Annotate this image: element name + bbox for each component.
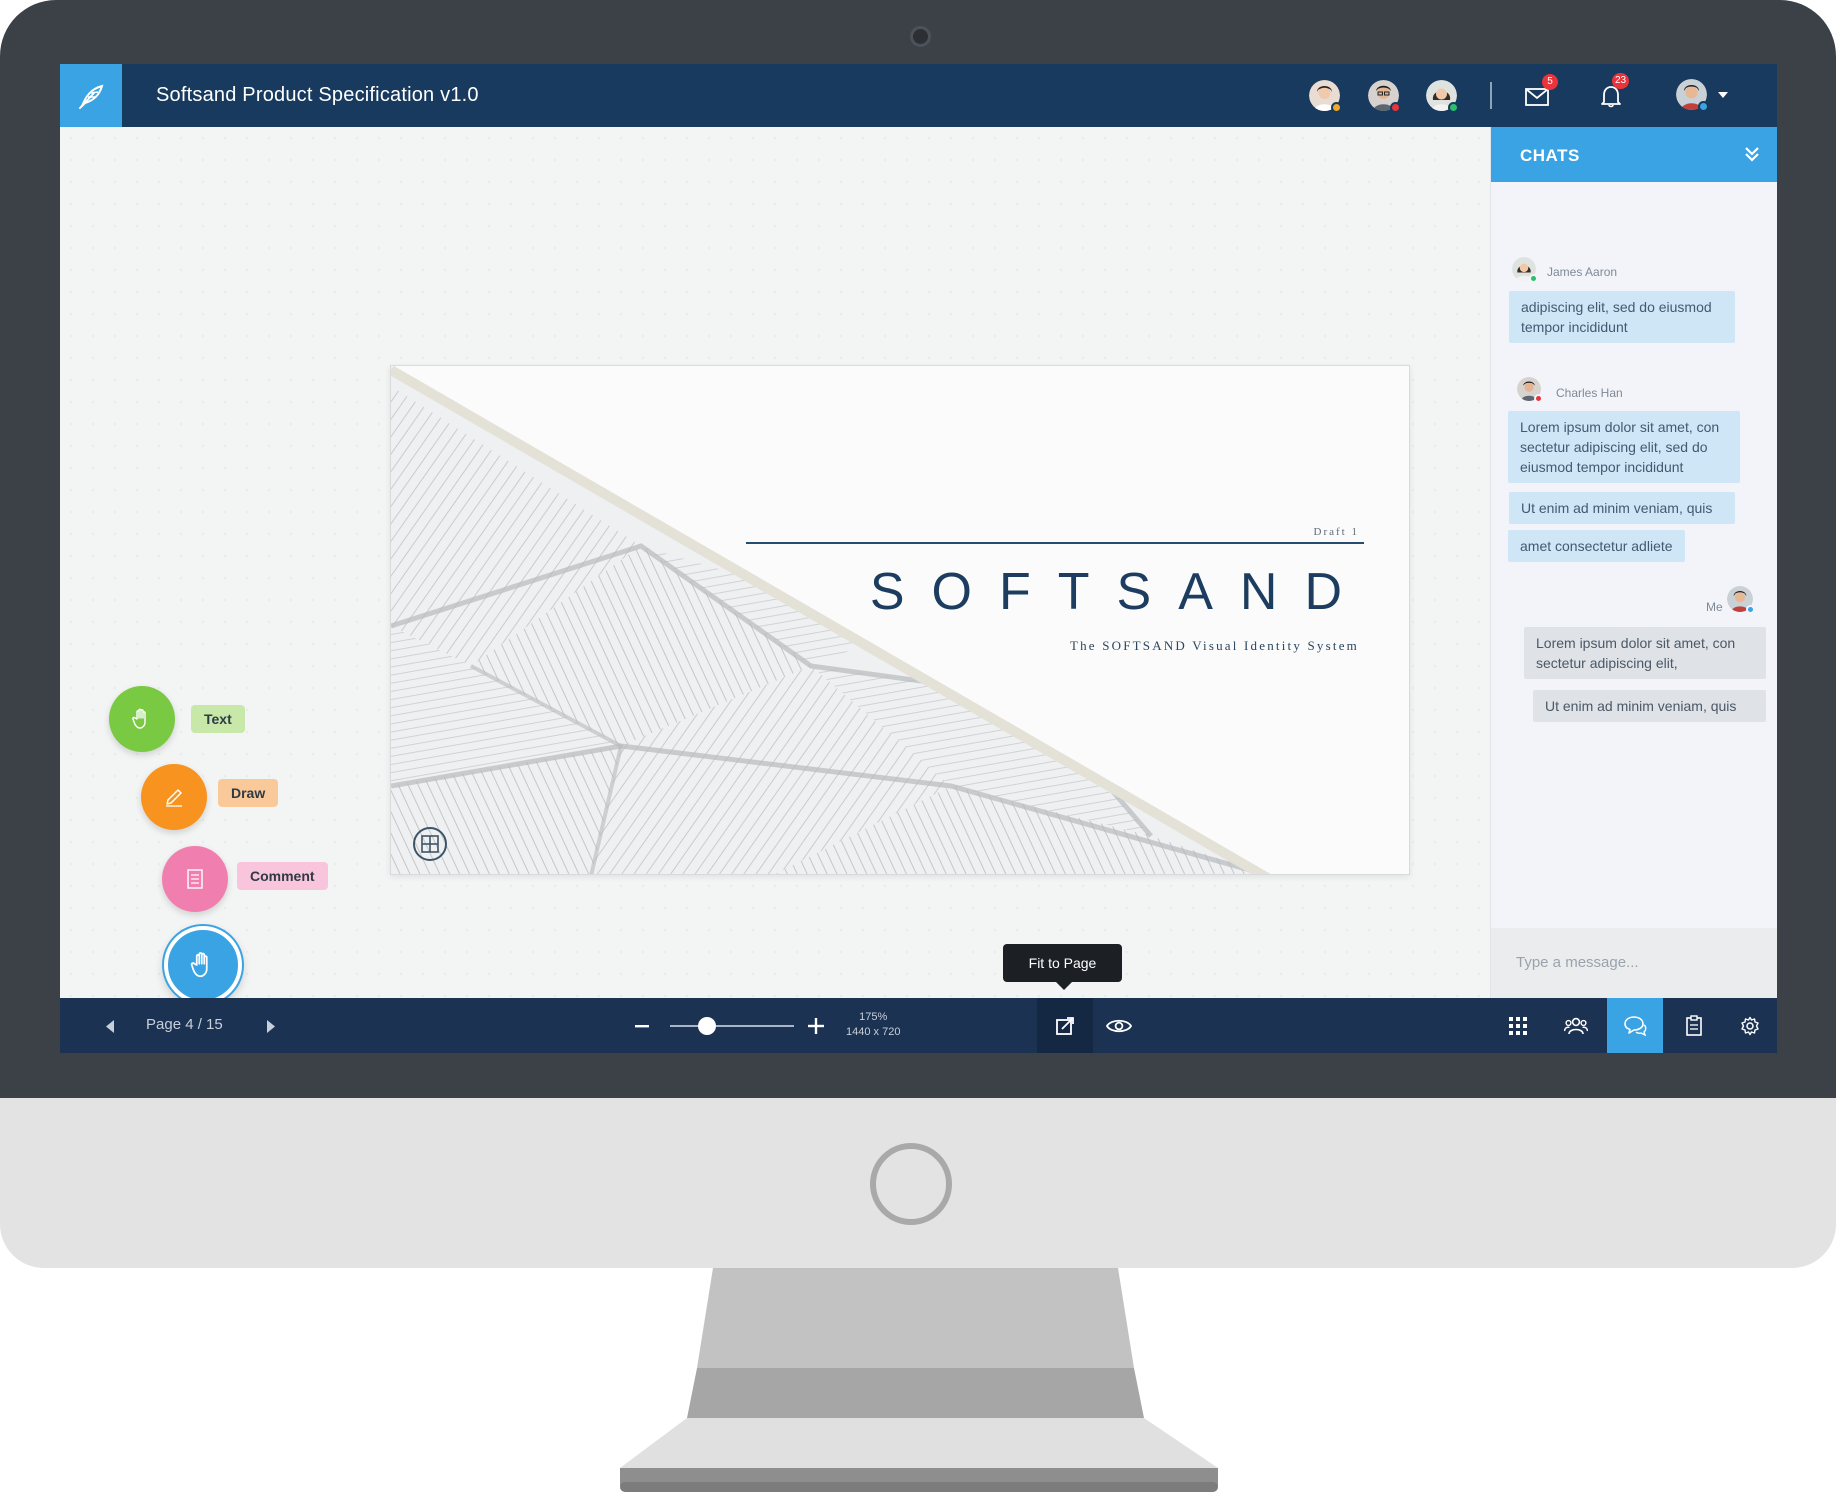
slide-brand-title: SOFTSAND [869,563,1369,621]
status-dot [1448,102,1459,113]
mail-icon [1525,88,1549,106]
eye-icon [1106,1019,1132,1032]
slide-page[interactable]: Draft 1 SOFTSAND The SOFTSAND Visual Ide… [390,365,1410,875]
notification-badge: 23 [1612,73,1630,89]
mail-button[interactable]: 5 [1522,74,1558,112]
caret-right-icon [267,1019,275,1033]
text-tool-label[interactable]: Text [191,705,245,733]
pan-tool-button[interactable] [164,926,242,1004]
chat-avatar-charles [1517,377,1543,403]
collapse-chat-button[interactable] [1741,143,1763,165]
fit-to-page-tooltip: Fit to Page [1003,944,1122,982]
notes-button[interactable] [1666,998,1722,1053]
top-bar: Softsand Product Specification v1.0 5 23 [60,64,1777,127]
gear-icon [1741,1016,1759,1035]
preview-button[interactable] [1092,998,1146,1053]
users-icon [1564,1017,1588,1034]
zoom-percent: 175% [859,1011,888,1023]
status-dot [1331,102,1342,113]
status-dot [1746,605,1755,614]
thumbnails-button[interactable] [1490,998,1546,1053]
title-rule [746,542,1364,544]
chat-sender-name: Me [1706,600,1723,614]
page-resolution: 1440 x 720 [846,1026,901,1038]
user-menu-button[interactable] [1716,88,1730,102]
settings-button[interactable] [1723,998,1777,1053]
message-input-placeholder: Type a message... [1516,954,1639,971]
chat-bubbles-icon [1624,1015,1647,1036]
webcam [910,26,931,47]
participants-button[interactable] [1548,998,1604,1053]
message-input[interactable]: Type a message... [1491,928,1777,998]
chat-title: CHATS [1520,146,1580,165]
comment-tool-label[interactable]: Comment [237,862,328,890]
header-divider [1490,82,1492,109]
clipboard-icon [1686,1014,1702,1036]
collaborator-avatar-1[interactable] [1309,80,1342,113]
slide-tagline: The SOFTSAND Visual Identity System [1069,638,1359,653]
status-dot [1529,274,1538,283]
plus-icon [808,1018,824,1034]
chat-message-bubble: Lorem ipsum dolor sit amet, con sectetur… [1524,627,1766,679]
hand-icon [190,952,208,978]
chat-message-bubble: Lorem ipsum dolor sit amet, con sectetur… [1508,411,1740,483]
zoom-info: 175% 1440 x 720 [846,1010,900,1040]
double-chevron-down-icon [1745,147,1759,162]
zoom-slider-track[interactable] [670,1025,794,1027]
document-title: Softsand Product Specification v1.0 [156,84,479,106]
user-avatar[interactable] [1676,79,1709,112]
fit-to-page-icon [1056,1016,1074,1035]
pencil-icon [166,789,182,807]
zoom-in-button[interactable] [804,1014,828,1038]
previous-page-button[interactable] [98,1014,122,1038]
feather-logo-icon[interactable] [60,64,122,127]
chat-avatar-me [1727,586,1755,614]
chat-panel: CHATS James Aaron adipiscing elit, sed d… [1490,127,1777,998]
draft-label: Draft 1 [1313,526,1359,538]
zoom-out-button[interactable] [630,1014,654,1038]
zoom-slider-handle[interactable] [698,1017,717,1035]
draw-tool-button[interactable] [141,764,207,830]
minus-icon [635,1025,649,1028]
bottom-toolbar: Page 4 / 15 175% 1440 x 720 [60,998,1777,1053]
text-tool-button[interactable] [109,686,175,752]
document-canvas[interactable]: Draft 1 SOFTSAND The SOFTSAND Visual Ide… [60,127,1490,1004]
hand-icon [132,708,146,729]
app-screen: Softsand Product Specification v1.0 5 23 [60,64,1777,1053]
panel-switcher [1490,998,1777,1053]
caret-down-icon [1718,92,1728,98]
note-icon [187,869,203,889]
chat-avatar-james [1512,257,1538,283]
status-dot [1698,101,1709,112]
mail-badge: 5 [1542,74,1558,90]
grid-emblem-icon [413,827,447,861]
comment-tool-button[interactable] [162,846,228,912]
collaborator-avatar-2[interactable] [1368,80,1401,113]
chat-header: CHATS [1491,127,1777,182]
chat-sender-name: James Aaron [1547,265,1618,279]
chat-sender-name: Charles Han [1556,386,1623,400]
collaborator-avatar-3[interactable] [1426,80,1459,113]
chat-message-bubble: Ut enim ad minim veniam, quis [1533,690,1766,722]
fit-to-page-button[interactable] [1037,998,1093,1053]
status-dot [1534,394,1543,403]
page-indicator: Page 4 / 15 [146,1016,223,1033]
next-page-button[interactable] [259,1014,283,1038]
tooltip-arrow [1055,981,1073,990]
monitor-stand [620,1268,1218,1492]
chat-message-bubble: Ut enim ad minim veniam, quis [1509,492,1735,524]
monitor-logo [870,1143,952,1225]
chats-button[interactable] [1607,998,1663,1053]
grid-icon [1509,1016,1527,1035]
chat-message-bubble: amet consectetur adliete [1508,530,1685,562]
status-dot [1390,102,1401,113]
notifications-button[interactable]: 23 [1596,73,1630,111]
caret-left-icon [106,1019,114,1033]
draw-tool-label[interactable]: Draw [218,779,279,807]
chat-message-bubble: adipiscing elit, sed do eiusmod tempor i… [1509,291,1735,343]
